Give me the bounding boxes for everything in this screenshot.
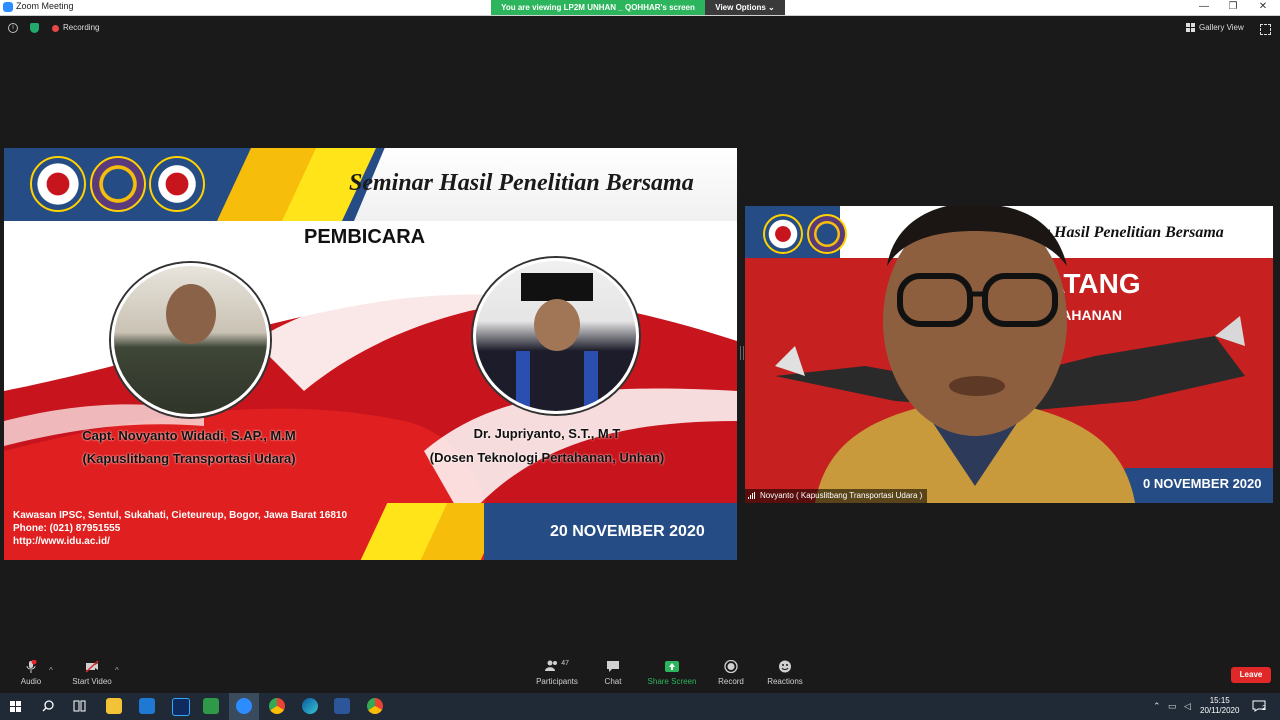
chat-icon bbox=[607, 661, 619, 672]
audio-label: Audio bbox=[20, 677, 42, 686]
start-video-button[interactable]: Start Video bbox=[70, 660, 114, 686]
shared-screen: Seminar Hasil Penelitian Bersama PEMBICA… bbox=[4, 148, 737, 560]
academic-sash bbox=[516, 351, 530, 411]
participants-button[interactable]: 47 Participants bbox=[534, 660, 580, 686]
windows-taskbar: ⌃ ▭ ◁ 15:15 20/11/2020 2 bbox=[0, 693, 1280, 720]
fullscreen-icon[interactable] bbox=[1260, 24, 1271, 35]
slide-contact: Kawasan IPSC, Sentul, Sukahati, Cieteure… bbox=[13, 509, 347, 548]
system-clock[interactable]: 15:15 20/11/2020 bbox=[1200, 696, 1239, 716]
clock-date: 20/11/2020 bbox=[1200, 706, 1240, 715]
zoom-taskbar-icon[interactable] bbox=[236, 698, 252, 714]
notification-count: 2 bbox=[1262, 705, 1266, 712]
record-icon bbox=[724, 660, 738, 673]
zoom-app-icon bbox=[3, 2, 13, 12]
participants-count: 47 bbox=[561, 660, 570, 667]
participant-video[interactable]: minar Hasil Penelitian Bersama DATANG PE… bbox=[745, 206, 1273, 503]
graduation-cap bbox=[521, 273, 593, 301]
volume-icon[interactable]: ◁ bbox=[1184, 701, 1191, 712]
speaker-face bbox=[534, 299, 580, 351]
slide-date: 20 NOVEMBER 2020 bbox=[550, 523, 705, 540]
signal-bars-icon bbox=[748, 492, 756, 500]
participants-icon bbox=[544, 660, 557, 671]
meeting-top-bar: i Recording Gallery View bbox=[0, 16, 1280, 40]
share-screen-button[interactable]: Share Screen bbox=[646, 660, 698, 686]
institution-logo bbox=[149, 156, 205, 212]
participant-name-tag: Novyanto ( Kapuslitbang Transportasi Uda… bbox=[745, 489, 928, 503]
share-screen-label: Share Screen bbox=[647, 677, 697, 686]
chat-label: Chat bbox=[604, 677, 622, 686]
record-label: Record bbox=[718, 677, 744, 686]
reactions-label: Reactions bbox=[767, 677, 803, 686]
academic-sash bbox=[584, 351, 598, 411]
grid-icon bbox=[1186, 23, 1195, 33]
clock-time: 15:15 bbox=[1209, 696, 1230, 705]
chrome-icon[interactable] bbox=[367, 698, 383, 714]
speaker-name: Capt. Novyanto Widadi, S.AP., M.M bbox=[82, 428, 296, 443]
recording-label: Recording bbox=[63, 23, 100, 32]
gallery-view-button[interactable]: Gallery View bbox=[1186, 21, 1244, 35]
windows-start-icon[interactable] bbox=[10, 701, 21, 712]
search-icon[interactable] bbox=[42, 700, 54, 712]
speaker-name: Dr. Jupriyanto, S.T., M.T bbox=[473, 426, 621, 441]
participant-person bbox=[815, 206, 1135, 503]
speaker-photo bbox=[473, 258, 639, 414]
panel-splitter[interactable] bbox=[740, 346, 744, 360]
institution-logo bbox=[30, 156, 86, 212]
recording-icon bbox=[52, 25, 59, 32]
video-options-caret[interactable]: ^ bbox=[115, 666, 119, 675]
reactions-button[interactable]: Reactions bbox=[765, 660, 805, 686]
emoji-icon bbox=[779, 660, 791, 673]
share-screen-icon bbox=[665, 661, 679, 672]
edge-icon[interactable] bbox=[302, 698, 318, 714]
video-off-icon bbox=[85, 660, 99, 673]
speakers-heading: PEMBICARA bbox=[304, 226, 426, 248]
restore-button[interactable]: ❐ bbox=[1219, 0, 1247, 15]
slide-title: Seminar Hasil Penelitian Bersama bbox=[349, 170, 694, 196]
video-bg-date: 0 NOVEMBER 2020 bbox=[1143, 476, 1262, 491]
shield-icon[interactable] bbox=[30, 23, 39, 33]
chat-button[interactable]: Chat bbox=[599, 660, 627, 686]
audio-options-caret[interactable]: ^ bbox=[49, 666, 53, 675]
slide-website: http://www.idu.ac.id/ bbox=[13, 536, 110, 547]
record-button[interactable]: Record bbox=[715, 660, 747, 686]
speaker-role: (Dosen Teknologi Pertahanan, Unhan) bbox=[429, 450, 665, 465]
gallery-view-label: Gallery View bbox=[1199, 23, 1244, 32]
audio-button[interactable]: Audio bbox=[14, 660, 48, 686]
word-icon[interactable] bbox=[334, 698, 350, 714]
participants-label: Participants bbox=[536, 677, 578, 686]
speaker-role: (Kapuslitbang Transportasi Udara) bbox=[82, 451, 296, 466]
task-view-icon[interactable] bbox=[73, 700, 86, 712]
close-button[interactable]: ✕ bbox=[1249, 0, 1277, 15]
minimize-button[interactable]: — bbox=[1190, 0, 1218, 15]
participants-icon-row: 47 bbox=[534, 660, 580, 673]
chrome-icon[interactable] bbox=[269, 698, 285, 714]
window-title: Zoom Meeting bbox=[16, 1, 74, 11]
screen-share-banner: You are viewing LP2M UNHAN _ QOHHAR's sc… bbox=[491, 0, 705, 15]
leave-button[interactable]: Leave bbox=[1231, 667, 1271, 683]
speaker-photo bbox=[111, 263, 270, 417]
slide-address: Kawasan IPSC, Sentul, Sukahati, Cieteure… bbox=[13, 510, 348, 521]
mail-icon[interactable] bbox=[139, 698, 155, 714]
network-icon[interactable]: ▭ bbox=[1168, 701, 1177, 712]
institution-logo bbox=[90, 156, 146, 212]
participant-name: Novyanto ( Kapuslitbang Transportasi Uda… bbox=[760, 491, 923, 500]
speaker-face bbox=[166, 284, 216, 344]
file-explorer-icon[interactable] bbox=[106, 698, 122, 714]
institution-logo bbox=[763, 214, 803, 254]
slide-phone: Phone: (021) 87951555 bbox=[13, 523, 121, 534]
photoshop-icon[interactable] bbox=[172, 698, 190, 716]
tray-chevron-icon[interactable]: ⌃ bbox=[1153, 701, 1161, 712]
start-video-label: Start Video bbox=[72, 677, 112, 686]
info-icon[interactable]: i bbox=[8, 23, 18, 33]
notepad-icon[interactable] bbox=[203, 698, 219, 714]
microphone-icon bbox=[26, 660, 37, 673]
view-options-button[interactable]: View Options ⌄ bbox=[705, 0, 785, 15]
meeting-controls: Audio ^ Start Video ^ 47 Participants Ch… bbox=[0, 656, 1280, 693]
